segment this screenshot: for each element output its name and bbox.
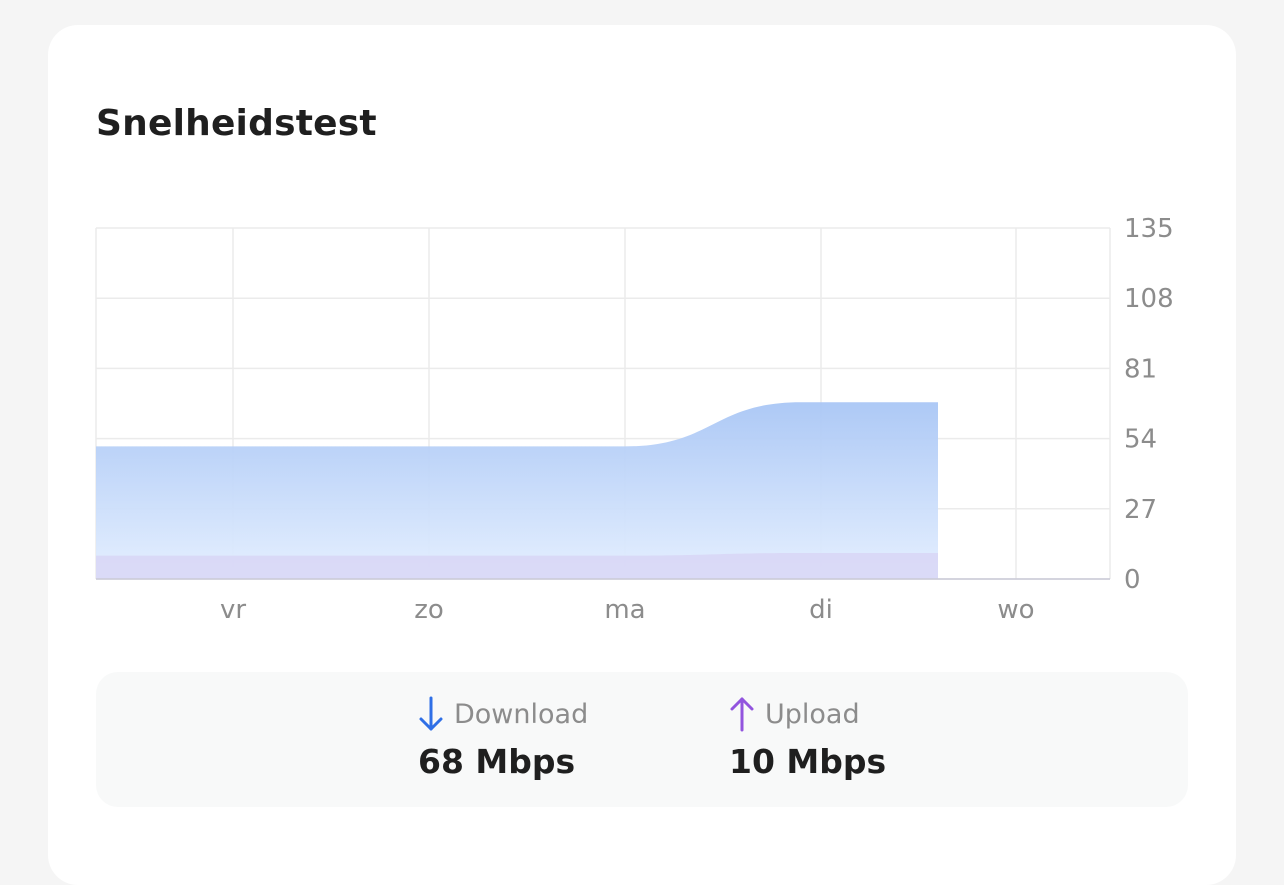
- y-tick-label: 81: [1124, 354, 1157, 384]
- area-series: [96, 402, 1110, 580]
- x-tick-label: wo: [997, 595, 1034, 625]
- download-label: Download: [454, 698, 589, 730]
- x-axis-ticks: vr zo ma di wo: [220, 595, 1035, 625]
- upload-label: Upload: [765, 698, 860, 730]
- legend-panel: Download 68 Mbps Upload 10 Mbps: [96, 672, 1188, 807]
- y-tick-label: 54: [1124, 425, 1157, 455]
- y-axis-ticks: 0 27 54 81 108 135: [1124, 214, 1174, 595]
- x-tick-label: di: [809, 595, 833, 625]
- legend-upload: Upload 10 Mbps: [729, 694, 886, 781]
- legend-download: Download 68 Mbps: [418, 694, 588, 781]
- y-tick-label: 0: [1124, 565, 1141, 595]
- area-download: [96, 402, 938, 579]
- y-tick-label: 135: [1124, 214, 1174, 244]
- y-tick-label: 27: [1124, 495, 1157, 525]
- y-tick-label: 108: [1124, 284, 1174, 314]
- download-value: 68 Mbps: [418, 742, 576, 781]
- arrow-up-icon: [729, 695, 755, 733]
- speedtest-card: Snelheidstest 0 27 54 81 108 135 vr zo ma di wo D…: [48, 25, 1236, 885]
- area-upload: [96, 553, 938, 579]
- x-tick-label: zo: [414, 595, 444, 625]
- x-tick-label: vr: [220, 595, 246, 625]
- x-tick-label: ma: [604, 595, 645, 625]
- arrow-down-icon: [418, 695, 444, 733]
- upload-value: 10 Mbps: [729, 742, 887, 781]
- speed-chart: 0 27 54 81 108 135 vr zo ma di wo: [95, 214, 1174, 625]
